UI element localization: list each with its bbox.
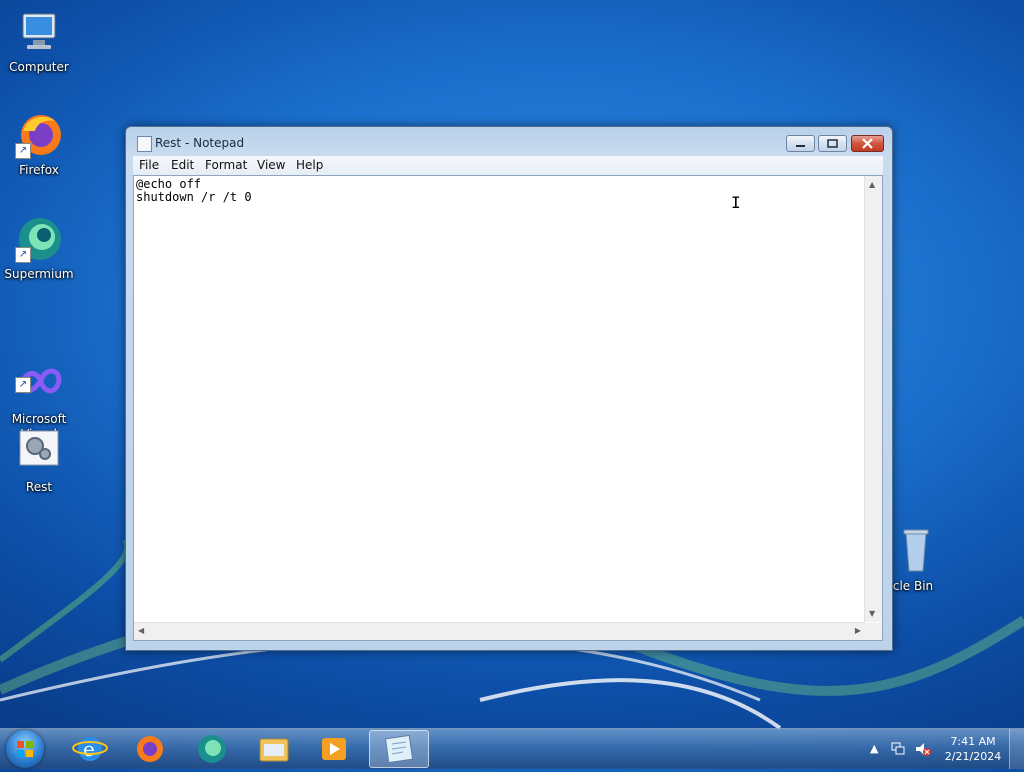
horizontal-scrollbar[interactable]: ◀ ▶ <box>134 622 865 640</box>
shortcut-arrow-icon: ↗ <box>15 143 31 159</box>
scroll-up-icon[interactable]: ▲ <box>869 180 875 189</box>
vertical-scrollbar[interactable]: ▲ ▼ <box>864 176 882 622</box>
volume-muted-icon[interactable] <box>914 741 932 757</box>
taskbar-media-player[interactable] <box>306 730 362 768</box>
desktop-icon-label: Rest <box>25 480 53 494</box>
menu-bar: File Edit Format View Help <box>133 156 883 175</box>
taskbar: e ▲ 7:41 AM 2/21/2024 <box>0 728 1024 769</box>
notepad-icon <box>137 136 152 152</box>
document-text[interactable]: @echo off shutdown /r /t 0 <box>136 178 252 204</box>
window-title: Rest - Notepad <box>155 136 245 150</box>
desktop-icon-supermium[interactable]: ↗ Supermium <box>1 215 77 282</box>
start-button[interactable] <box>6 730 44 768</box>
notepad-icon <box>384 734 414 764</box>
clock-time: 7:41 AM <box>950 735 996 748</box>
maximize-icon <box>827 139 838 148</box>
batch-file-icon <box>15 428 63 476</box>
scroll-down-icon[interactable]: ▼ <box>869 609 875 618</box>
menu-view[interactable]: View <box>257 158 285 172</box>
recycle-bin-icon <box>896 527 944 575</box>
desktop-icon-label: Computer <box>9 60 69 74</box>
close-button[interactable] <box>851 135 884 152</box>
windows-logo-icon <box>17 741 33 757</box>
size-grip[interactable] <box>865 623 882 640</box>
desktop-icon-label: Firefox <box>19 163 59 177</box>
clock[interactable]: 7:41 AM 2/21/2024 <box>940 734 1006 764</box>
minimize-icon <box>796 145 805 147</box>
taskbar-internet-explorer[interactable]: e <box>62 730 118 768</box>
desktop-icon-firefox[interactable]: ↗ Firefox <box>1 111 77 178</box>
supermium-icon <box>198 735 226 763</box>
clock-date: 2/21/2024 <box>944 750 1002 763</box>
menu-help[interactable]: Help <box>296 158 323 172</box>
menu-edit[interactable]: Edit <box>171 158 194 172</box>
menu-format[interactable]: Format <box>205 158 247 172</box>
file-explorer-icon <box>259 738 289 762</box>
desktop-icon-label: Supermium <box>4 267 74 281</box>
supermium-icon: ↗ <box>15 215 63 263</box>
desktop-icon-rest[interactable]: Rest <box>1 428 77 495</box>
taskbar-firefox[interactable] <box>122 730 178 768</box>
maximize-button[interactable] <box>818 135 847 152</box>
taskbar-supermium[interactable] <box>184 730 240 768</box>
notepad-window[interactable]: Rest - Notepad File Edit Format View Hel… <box>125 126 893 651</box>
media-player-icon <box>322 738 346 760</box>
show-hidden-icons[interactable]: ▲ <box>870 742 878 755</box>
title-bar[interactable]: Rest - Notepad <box>126 127 892 157</box>
menu-file[interactable]: File <box>139 158 159 172</box>
text-editor-area[interactable]: @echo off shutdown /r /t 0 ▲ ▼ ◀ ▶ <box>133 175 883 641</box>
internet-explorer-icon: e <box>72 737 108 761</box>
desktop-icon-computer[interactable]: Computer <box>1 8 77 75</box>
network-icon[interactable] <box>890 741 906 757</box>
shortcut-arrow-icon: ↗ <box>15 377 31 393</box>
firefox-icon <box>137 736 163 762</box>
shortcut-arrow-icon: ↗ <box>15 247 31 263</box>
visual-studio-icon: ↗ <box>15 345 63 394</box>
computer-icon <box>15 8 63 56</box>
text-cursor-icon: I <box>731 193 741 212</box>
minimize-button[interactable] <box>786 135 815 152</box>
firefox-icon: ↗ <box>15 111 63 159</box>
scroll-right-icon[interactable]: ▶ <box>855 626 861 635</box>
taskbar-file-explorer[interactable] <box>246 730 302 768</box>
scroll-left-icon[interactable]: ◀ <box>138 626 144 635</box>
taskbar-notepad[interactable] <box>369 730 429 768</box>
close-icon <box>862 138 873 149</box>
svg-text:e: e <box>83 737 95 761</box>
show-desktop-button[interactable] <box>1009 729 1024 769</box>
